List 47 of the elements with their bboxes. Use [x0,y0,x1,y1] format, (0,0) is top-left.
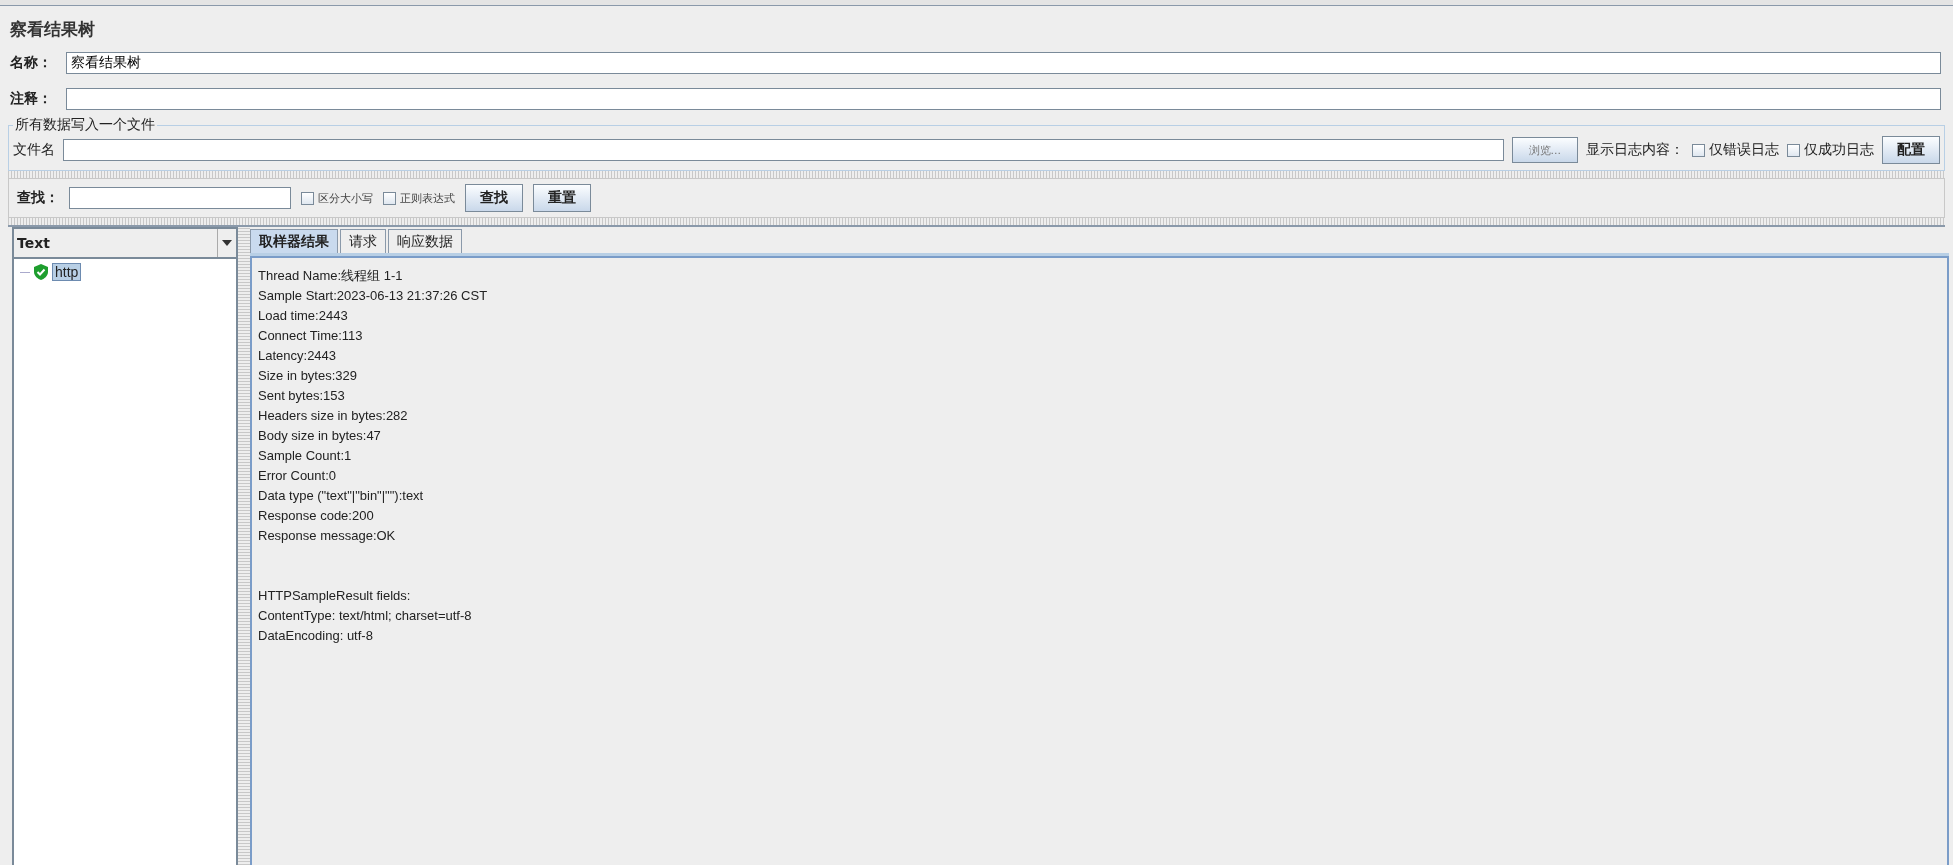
result-line: Sample Count:1 [258,447,353,465]
result-line: Thread Name:线程组 1-1 [258,267,404,285]
search-label: 查找： [17,189,59,207]
file-name-field[interactable] [63,139,1504,161]
tab[interactable]: 响应数据 [388,229,462,253]
result-line: DataEncoding: utf-8 [258,627,374,645]
comment-field[interactable] [66,88,1941,110]
result-line: Data type ("text"|"bin"|""):text [258,487,425,505]
checkbox[interactable] [1692,143,1705,157]
checkbox-label: 区分大小写 [318,190,373,206]
result-line: Response code:200 [258,507,375,525]
renderer-dropdown[interactable]: Text [14,229,236,259]
checkbox-label: 正则表达式 [400,190,455,206]
search-action-button[interactable]: 查找 [465,184,523,212]
result-line: ContentType: text/html; charset=utf-8 [258,607,473,625]
comment-label: 注释： [10,90,53,108]
tab[interactable]: 请求 [340,229,386,253]
result-line: Body size in bytes:47 [258,427,382,445]
result-line: HTTPSampleResult fields: [258,587,412,605]
checkbox[interactable] [301,191,314,205]
result-line: Error Count:0 [258,467,338,485]
result-line: Sample Start:2023-06-13 21:37:26 CST [258,287,489,305]
result-line: Load time:2443 [258,307,349,325]
checkbox-label: 仅错误日志 [1709,141,1779,159]
panel-title: 察看结果树 [9,18,96,41]
checkbox[interactable] [1787,143,1800,157]
result-line: Headers size in bytes:282 [258,407,409,425]
browse-button[interactable]: 浏览... [1511,137,1578,163]
result-line: Latency:2443 [258,347,338,365]
search-field[interactable] [69,187,291,209]
file-name-label: 文件名 [13,141,55,159]
tab[interactable]: 取样器结果 [250,229,338,253]
search-action-button[interactable]: 重置 [533,184,591,212]
checkbox-label: 仅成功日志 [1804,141,1874,159]
file-group-legend: 所有数据写入一个文件 [13,116,157,134]
config-button[interactable]: 配置 [1882,136,1940,164]
result-line: Size in bytes:329 [258,367,358,385]
name-label: 名称： [10,54,53,72]
log-content-label: 显示日志内容： [1586,141,1684,159]
tree-item[interactable]: http [52,263,82,281]
result-line: Connect Time:113 [258,327,364,345]
dropdown-arrow-icon [222,240,232,246]
result-line: Sent bytes:153 [258,387,346,405]
result-line: Response message:OK [258,527,397,545]
name-field[interactable]: 察看结果树 [66,52,1941,74]
checkbox[interactable] [383,191,396,205]
splitter-bar[interactable] [8,218,1945,227]
